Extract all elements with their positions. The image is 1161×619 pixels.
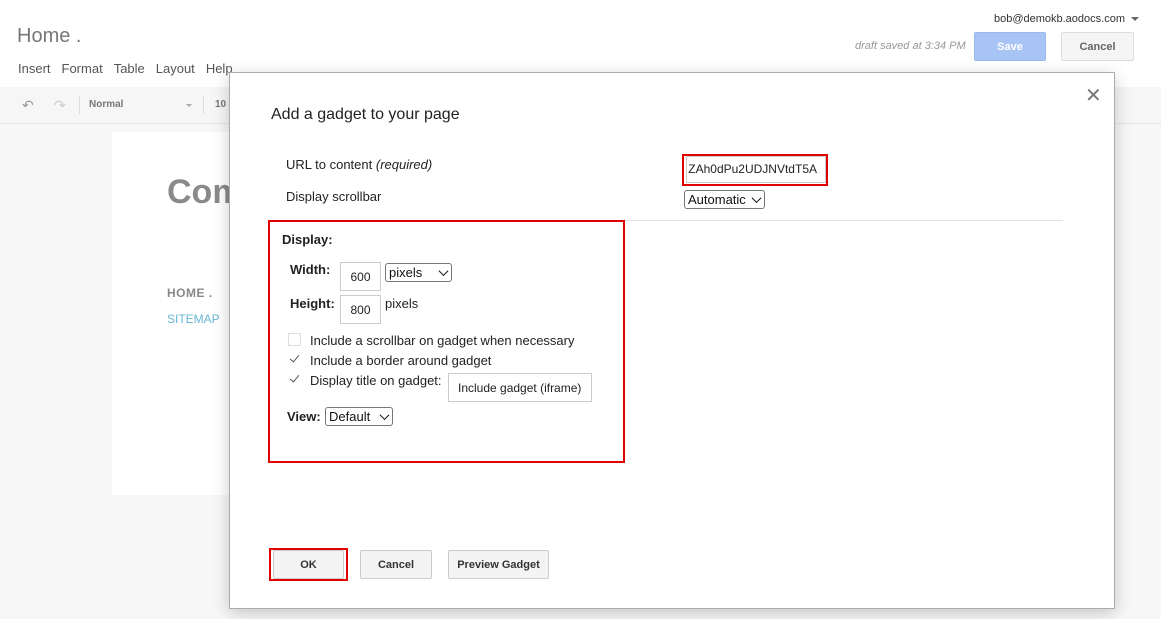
save-button[interactable]: Save [974, 32, 1046, 61]
cancel-edit-button[interactable]: Cancel [1061, 32, 1134, 61]
chevron-down-icon [438, 266, 449, 277]
user-account-menu[interactable]: bob@demokb.aodocs.com [994, 13, 1139, 25]
width-unit-select[interactable]: pixels [385, 263, 452, 282]
url-label-text: URL to content [286, 157, 373, 172]
menu-format[interactable]: Format [62, 61, 103, 76]
cancel-button[interactable]: Cancel [360, 550, 432, 579]
view-select-value: Default [329, 409, 371, 424]
view-label: View: [287, 409, 321, 424]
scrollbar-label: Display scrollbar [286, 189, 382, 204]
undo-icon[interactable]: ↶ [22, 97, 34, 114]
width-input[interactable]: 600 [340, 262, 381, 291]
url-input[interactable]: ZAh0dPu2UDJNVtdT5A [686, 156, 826, 183]
redo-icon[interactable]: ↷ [54, 97, 66, 114]
scrollbar-select-value: Automatic [688, 192, 746, 207]
display-title-checkbox-label: Display title on gadget: [310, 373, 442, 388]
url-input-value: ZAh0dPu2UDJNVtdT5A [688, 162, 817, 176]
page-title: Home . [17, 25, 82, 47]
menu-table[interactable]: Table [114, 61, 145, 76]
chevron-down-icon [1131, 17, 1139, 21]
border-checkbox-label: Include a border around gadget [310, 353, 492, 368]
menubar: Insert Format Table Layout Help [18, 61, 233, 76]
url-label: URL to content (required) [286, 157, 432, 172]
section-divider [271, 220, 1063, 221]
site-nav-sitemap[interactable]: SITEMAP [167, 312, 220, 326]
draft-status: draft saved at 3:34 PM [855, 40, 966, 52]
url-required-text: (required) [375, 157, 433, 172]
page: bob@demokb.aodocs.com Home . draft saved… [0, 0, 1161, 619]
chevron-down-icon [751, 193, 762, 204]
scrollbar-checkbox[interactable] [288, 333, 301, 346]
display-heading: Display: [282, 232, 333, 247]
user-email: bob@demokb.aodocs.com [993, 13, 1125, 25]
width-unit-value: pixels [389, 265, 423, 280]
close-icon[interactable]: ✕ [1085, 86, 1102, 106]
chevron-down-icon [379, 410, 390, 421]
width-label: Width: [290, 262, 331, 277]
view-select[interactable]: Default [325, 407, 393, 426]
height-input[interactable]: 800 [340, 295, 381, 324]
gadget-title-input[interactable]: Include gadget (iframe) [448, 373, 592, 402]
border-checkbox[interactable] [288, 352, 301, 365]
ok-button[interactable]: OK [273, 550, 344, 579]
dialog-title: Add a gadget to your page [271, 106, 460, 123]
add-gadget-dialog: ✕ Add a gadget to your page URL to conte… [229, 72, 1115, 609]
scrollbar-select[interactable]: Automatic [684, 190, 765, 209]
toolbar-divider [79, 96, 80, 114]
display-title-checkbox[interactable] [288, 372, 301, 385]
menu-layout[interactable]: Layout [156, 61, 195, 76]
toolbar-divider [203, 96, 204, 114]
site-nav-home[interactable]: HOME . [167, 286, 213, 300]
height-label: Height: [290, 296, 335, 311]
preview-gadget-button[interactable]: Preview Gadget [448, 550, 549, 579]
menu-insert[interactable]: Insert [18, 61, 51, 76]
chevron-down-icon [186, 104, 192, 107]
scrollbar-checkbox-label: Include a scrollbar on gadget when neces… [310, 333, 575, 348]
height-unit: pixels [385, 296, 419, 311]
font-size-select[interactable]: 10 [215, 99, 226, 110]
paragraph-style-select[interactable]: Normal [89, 99, 123, 110]
